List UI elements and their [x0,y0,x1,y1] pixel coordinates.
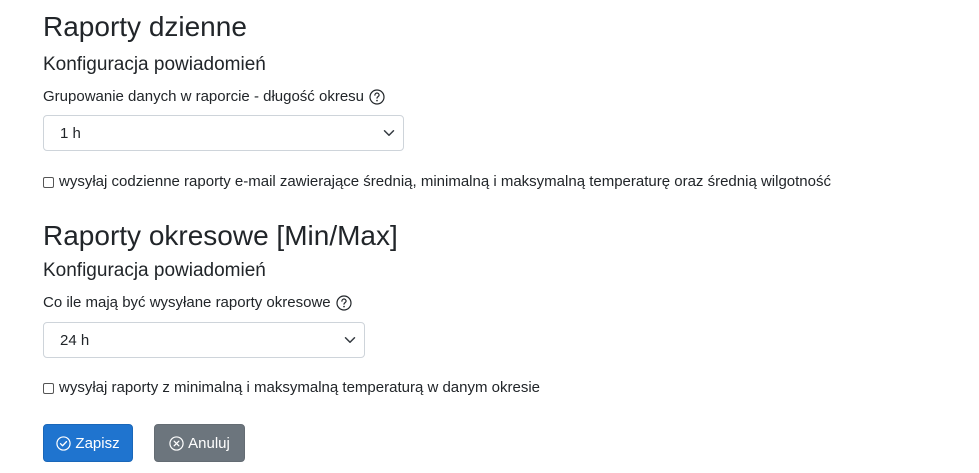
group-period-label: Grupowanie danych w raporcie - długość o… [43,88,364,105]
save-button[interactable]: Zapisz [43,424,133,462]
interval-value: 24 h [60,331,90,349]
group-period-value: 1 h [60,124,81,142]
interval-label: Co ile mają być wysyłane raporty okresow… [43,294,331,311]
cancel-button[interactable]: Anuluj [154,424,245,462]
periodic-email-checkbox-row[interactable]: wysyłaj raporty z minimalną i maksymalną… [43,378,540,398]
periodic-email-checkbox-label[interactable]: wysyłaj raporty z minimalną i maksymalną… [59,378,540,398]
chevron-down-icon [344,337,356,343]
cancel-button-label: Anuluj [188,434,230,452]
daily-email-checkbox-row[interactable]: wysyłaj codzienne raporty e-mail zawiera… [43,172,831,192]
report-settings-page: Raporty dzienne Konfiguracja powiadomień… [43,0,979,473]
group-period-label-row: Grupowanie danych w raporcie - długość o… [43,87,385,107]
group-period-select[interactable]: 1 h [43,115,404,151]
daily-email-checkbox[interactable] [43,176,54,188]
periodic-email-checkbox[interactable] [43,382,54,394]
daily-reports-title: Raporty dzienne [43,11,247,42]
interval-select[interactable]: 24 h [43,322,365,358]
periodic-reports-title: Raporty okresowe [Min/Max] [43,220,398,251]
question-circle-icon[interactable] [336,295,352,311]
x-circle-icon [169,435,184,451]
check-circle-icon [56,435,72,451]
question-circle-icon[interactable] [369,89,385,105]
save-button-label: Zapisz [75,434,120,452]
daily-config-subtitle: Konfiguracja powiadomień [43,54,266,75]
daily-email-checkbox-label[interactable]: wysyłaj codzienne raporty e-mail zawiera… [59,172,831,192]
chevron-down-icon [383,130,395,136]
interval-label-row: Co ile mają być wysyłane raporty okresow… [43,293,352,313]
periodic-config-subtitle: Konfiguracja powiadomień [43,260,266,281]
